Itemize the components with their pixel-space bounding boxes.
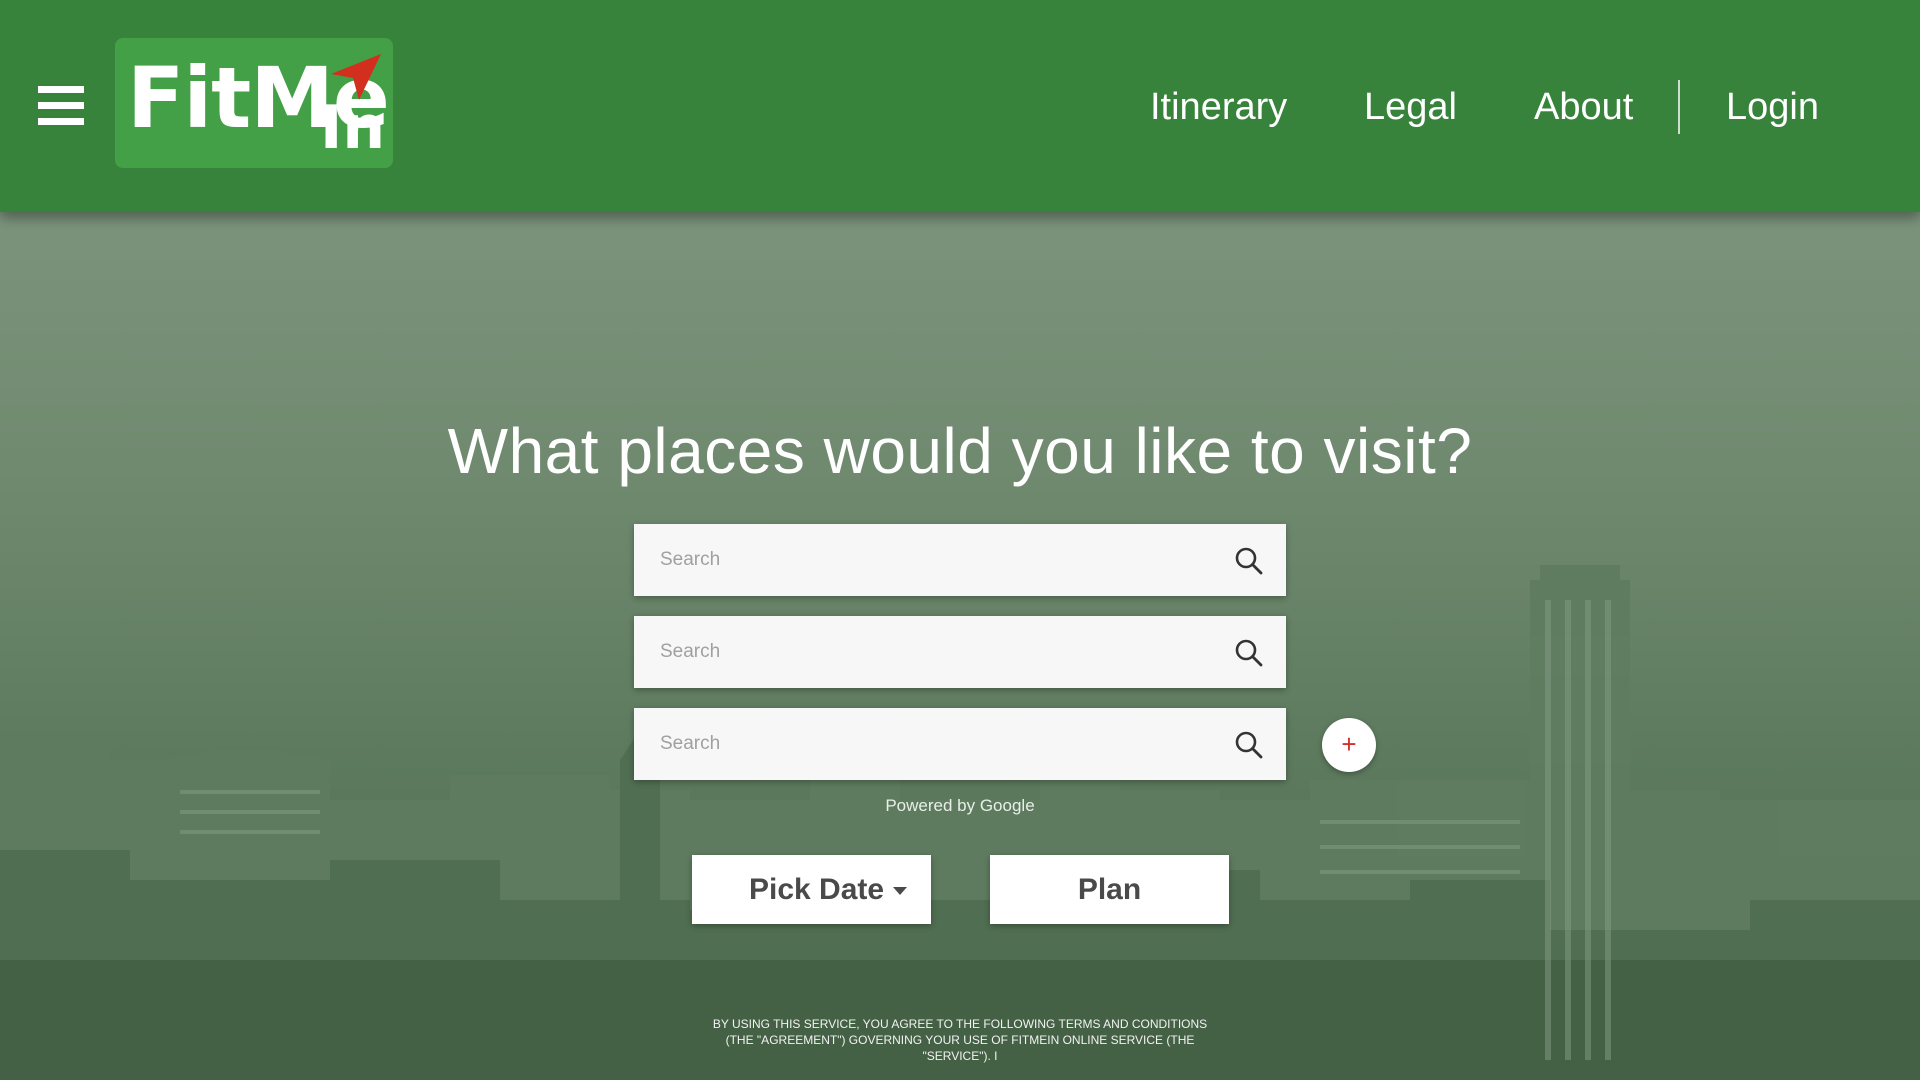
plan-button-label: Plan — [1077, 872, 1142, 906]
hamburger-menu-icon[interactable] — [38, 86, 84, 126]
nav-about-link[interactable]: About — [1534, 86, 1633, 129]
place-search-input-2[interactable] — [634, 616, 1214, 688]
top-header-bar: FitMe In Itinerary Legal About Login — [0, 0, 1920, 212]
nav-login-link[interactable]: Login — [1726, 86, 1819, 129]
search-icon[interactable] — [1234, 546, 1264, 576]
terms-notice: BY USING THIS SERVICE, YOU AGREE TO THE … — [712, 1017, 1208, 1063]
red-arrow-icon — [331, 54, 381, 100]
fitmein-logo[interactable]: FitMe In — [115, 38, 393, 168]
pick-date-label: Pick Date — [749, 873, 885, 906]
add-place-button[interactable]: + — [1322, 718, 1376, 772]
caret-down-icon — [893, 887, 907, 895]
place-search-input-3[interactable] — [634, 708, 1214, 780]
search-box-1 — [634, 524, 1286, 596]
search-box-3 — [634, 708, 1286, 780]
nav-divider — [1678, 80, 1680, 134]
pick-date-dropdown[interactable]: Pick Date — [692, 855, 931, 924]
plan-button[interactable]: Plan — [990, 855, 1229, 924]
search-icon[interactable] — [1234, 638, 1264, 668]
search-box-2 — [634, 616, 1286, 688]
nav-legal-link[interactable]: Legal — [1364, 86, 1457, 129]
page-headline: What places would you like to visit? — [447, 415, 1473, 487]
logo-text-sub: In — [320, 93, 386, 163]
nav-itinerary-link[interactable]: Itinerary — [1150, 86, 1287, 129]
place-search-input-1[interactable] — [634, 524, 1214, 596]
powered-by-google-text: Powered by Google — [885, 796, 1035, 815]
search-icon[interactable] — [1234, 730, 1264, 760]
